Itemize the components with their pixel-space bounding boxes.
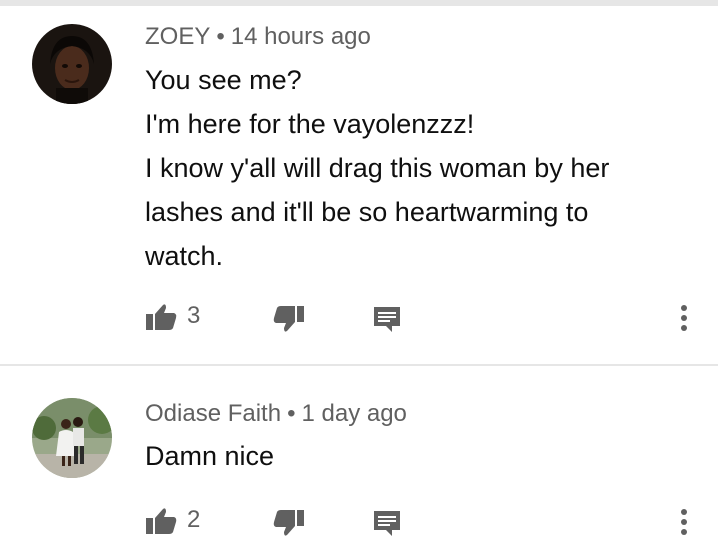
comment-line: I know y'all will drag this woman by her — [145, 153, 610, 183]
more-vertical-icon — [681, 305, 687, 331]
more-options-button[interactable] — [672, 300, 696, 336]
reply-button[interactable] — [372, 304, 402, 334]
avatar[interactable] — [32, 398, 112, 478]
like-button[interactable] — [144, 506, 178, 536]
like-count: 3 — [187, 302, 201, 329]
thumbs-up-icon — [146, 304, 177, 330]
dislike-button[interactable] — [272, 508, 306, 538]
more-options-button[interactable] — [672, 504, 696, 540]
comment-time[interactable]: 1 day ago — [301, 400, 406, 427]
comment-line: lashes and it'll be so heartwarming to — [145, 197, 589, 227]
comment-meta: Odiase Faith • 1 day ago — [145, 400, 407, 428]
thumbs-up-icon — [146, 508, 177, 534]
comment-item: ZOEY • 14 hours ago You see me? I'm here f… — [0, 6, 718, 364]
comment-actions: 3 — [0, 296, 718, 336]
comment-item: Odiase Faith • 1 day ago Damn nice 2 — [0, 366, 718, 560]
comment-line: I'm here for the vayolenzzz! — [145, 109, 475, 139]
comment-text: You see me? I'm here for the vayolenzzz!… — [145, 58, 685, 278]
thumbs-down-icon — [273, 510, 304, 536]
comment-actions: 2 — [0, 500, 718, 540]
comment-meta: ZOEY • 14 hours ago — [145, 23, 371, 51]
author-name[interactable]: ZOEY — [145, 23, 210, 50]
reply-button[interactable] — [372, 508, 402, 538]
meta-separator: • — [216, 23, 225, 50]
avatar[interactable] — [32, 24, 112, 104]
meta-separator: • — [287, 400, 296, 427]
more-vertical-icon — [681, 509, 687, 535]
like-count: 2 — [187, 506, 201, 533]
comment-time[interactable]: 14 hours ago — [231, 23, 371, 50]
comment-text: Damn nice — [145, 434, 685, 478]
thumbs-down-icon — [273, 306, 304, 332]
comment-line: Damn nice — [145, 441, 275, 471]
like-button[interactable] — [144, 302, 178, 332]
comment-line: You see me? — [145, 65, 302, 95]
author-name[interactable]: Odiase Faith — [145, 400, 281, 427]
reply-comment-icon — [374, 307, 400, 332]
reply-comment-icon — [374, 511, 400, 536]
comment-line: watch. — [145, 241, 224, 271]
dislike-button[interactable] — [272, 304, 306, 334]
